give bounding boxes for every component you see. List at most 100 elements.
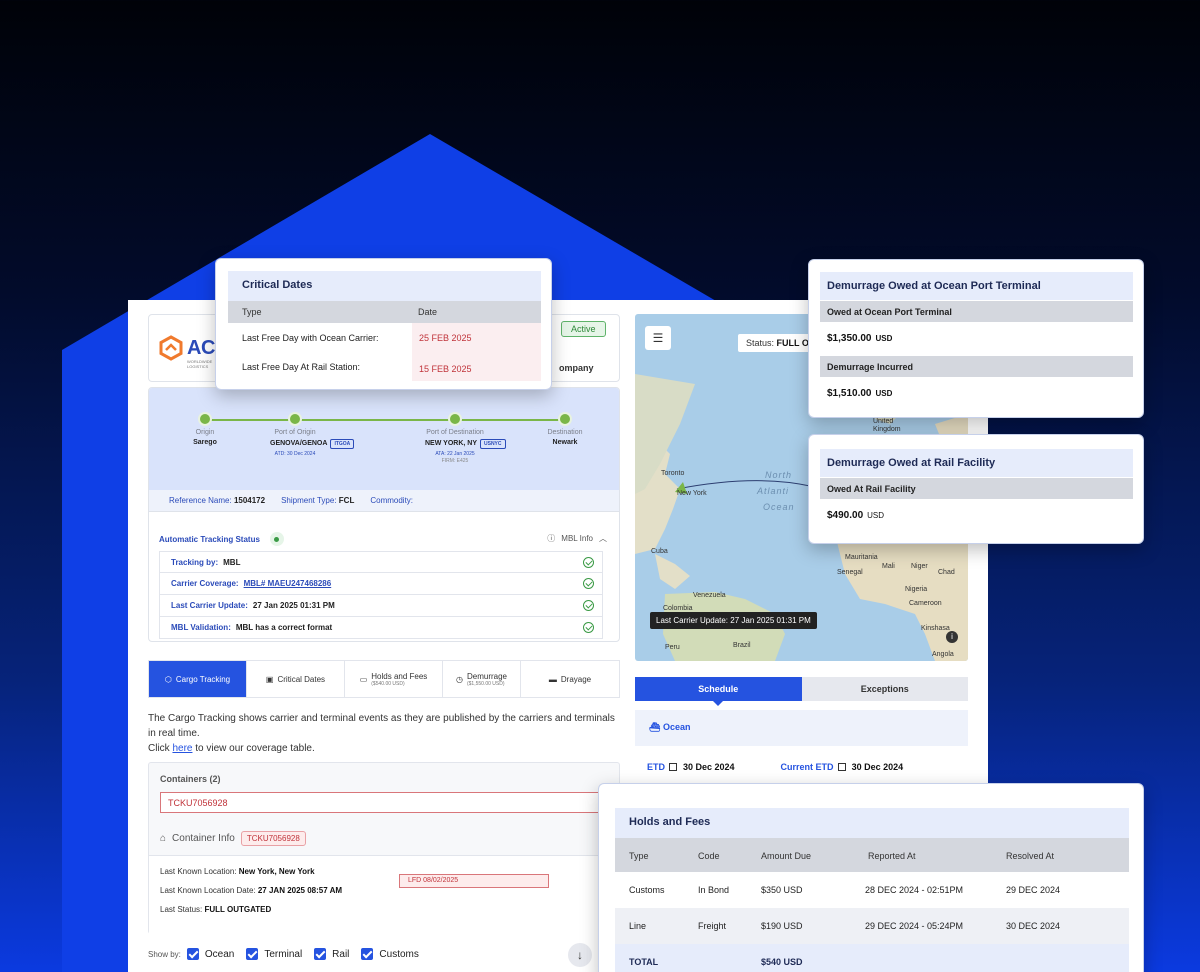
tracking-row: Carrier Coverage: MBL# MAEU247468286 xyxy=(159,573,603,595)
container-select[interactable]: TCKU7056928 xyxy=(160,792,610,813)
truck-icon: ▬ xyxy=(548,674,557,684)
container-info: ⌂ Container Info TCKU7056928 xyxy=(160,831,306,846)
stop-sub: ATA: 22 Jan 2025 xyxy=(435,451,475,457)
holds-and-fees-title: Holds and Fees xyxy=(615,808,1129,838)
map-label-senegal: Senegal xyxy=(837,569,863,576)
tab-critical-dates[interactable]: ▣ Critical Dates xyxy=(247,661,345,697)
status-dot-icon xyxy=(269,532,284,546)
map-label-angola: Angola xyxy=(932,651,954,658)
port-name: NEW YORK, NY xyxy=(425,440,477,447)
checkbox-terminal[interactable] xyxy=(246,948,259,960)
demurrage-port-title: Demurrage Owed at Ocean Port Terminal xyxy=(820,272,1133,300)
reference-name: Reference Name: 1504172 xyxy=(169,496,266,505)
map-ocean-label: North xyxy=(765,470,793,480)
map-tooltip: Last Carrier Update: 27 Jan 2025 01:31 P… xyxy=(650,612,817,629)
cargo-tracking-description: The Cargo Tracking shows carrier and ter… xyxy=(148,713,615,754)
stop-label: Port of Origin xyxy=(274,429,316,436)
download-button[interactable]: ↓ xyxy=(568,943,592,967)
show-by-filter: Show by: Ocean Terminal Rail Customs xyxy=(148,948,419,960)
demurrage-rail-title: Demurrage Owed at Rail Facility xyxy=(820,449,1133,477)
commodity: Commodity: xyxy=(370,496,414,505)
tab-drayage[interactable]: ▬ Drayage xyxy=(521,661,619,697)
current-etd: Current ETD 30 Dec 2024 xyxy=(780,762,904,772)
stop-sub2: FIRM: E425 xyxy=(441,458,469,464)
total-row: TOTAL $540 USD xyxy=(615,944,1129,972)
status-badge: Active xyxy=(561,321,606,337)
map-status: Status: FULL O xyxy=(738,334,817,352)
container-details: Last Known Location: New York, New York … xyxy=(149,855,621,935)
ship-icon: ⛴ xyxy=(649,722,661,732)
location-pin-icon xyxy=(198,412,212,426)
critical-date-row: Last Free Day with Ocean Carrier: 25 FEB… xyxy=(228,323,541,352)
coverage-link[interactable]: here xyxy=(172,743,192,754)
check-icon xyxy=(583,557,594,568)
mbl-info-toggle[interactable]: ⓘ MBL Info ︿ xyxy=(547,533,607,544)
mbl-info-label: MBL Info xyxy=(561,534,593,543)
port-code-chip: USNYC xyxy=(480,439,506,449)
map-label-toronto: Toronto xyxy=(661,470,685,477)
demurrage-incurred-amount: $1,510.00 USD xyxy=(827,388,893,399)
stop-label: Port of Destination xyxy=(426,429,484,436)
tracking-status-title: Automatic Tracking Status xyxy=(159,534,260,544)
map-ocean-label: Ocean xyxy=(763,502,795,512)
checkbox-rail[interactable] xyxy=(314,948,327,960)
stop-destination: Destination Newark xyxy=(535,412,595,446)
map-label-cuba: Cuba xyxy=(651,548,668,555)
owed-rail-amount: $490.00 USD xyxy=(827,510,885,521)
stop-port-of-origin: Port of Origin GENOVA/GENOA ITGOA ATD: 30… xyxy=(245,412,355,457)
tab-exceptions[interactable]: Exceptions xyxy=(802,677,969,701)
stop-value: Sarego xyxy=(193,439,217,446)
chevron-up-icon: ︿ xyxy=(599,534,607,543)
shipment-type: Shipment Type: FCL xyxy=(281,496,355,505)
checkbox-ocean[interactable] xyxy=(186,948,199,960)
critical-dates-card: Critical Dates Type Date Last Free Day w… xyxy=(215,258,552,390)
ocean-row: ⛴ Ocean xyxy=(635,710,968,746)
port-name: GENOVA/GENOA xyxy=(270,440,328,447)
container-chip: TCKU7056928 xyxy=(240,831,306,846)
tab-cargo-tracking[interactable]: ⬡ Cargo Tracking xyxy=(149,661,247,697)
etd-row: ETD 30 Dec 2024 Current ETD 30 Dec 2024 xyxy=(647,762,903,772)
checkbox-customs[interactable] xyxy=(361,948,374,960)
port-code-chip: ITGOA xyxy=(330,439,355,449)
tracking-row: Tracking by: MBL xyxy=(159,551,603,573)
tab-schedule[interactable]: Schedule xyxy=(635,677,802,706)
containers-panel: Containers (2) TCKU7056928 ⌂ Container I… xyxy=(148,762,621,935)
tracking-status-rows: Tracking by: MBL Carrier Coverage: MBL# MA… xyxy=(159,551,603,639)
map-label-kinshasa: Kinshasa xyxy=(921,625,950,632)
hexagon-logo-icon xyxy=(159,335,183,361)
mbl-link[interactable]: MBL# MAEU247468286 xyxy=(244,579,332,588)
reference-row: Reference Name: 1504172 Shipment Type: F… xyxy=(149,490,619,512)
map-label-cameroon: Cameroon xyxy=(909,600,942,607)
location-pin-icon xyxy=(558,412,572,426)
last-known-date: Last Known Location Date: 27 JAN 2025 08… xyxy=(160,886,343,895)
stop-label: Destination xyxy=(547,429,583,436)
schedule-body: ⛴ Ocean ETD 30 Dec 2024 Current ETD 30 Dec… xyxy=(635,710,968,790)
map-label-colombia: Colombia xyxy=(663,605,693,612)
holds-and-fees-card: Holds and Fees Type Code Amount Due Repo… xyxy=(598,783,1144,972)
stop-value: GENOVA/GENOA ITGOA xyxy=(270,439,355,449)
owed-port-amount: $1,350.00 USD xyxy=(827,333,893,344)
demurrage-incurred-label: Demurrage Incurred xyxy=(820,356,1133,377)
warehouse-icon: ⌂ xyxy=(160,833,167,844)
owed-port-label: Owed at Ocean Port Terminal xyxy=(820,301,1133,322)
box-icon: ⬡ xyxy=(164,674,172,684)
anchor-icon xyxy=(288,412,302,426)
clock-icon: ◷ xyxy=(456,674,463,684)
stop-origin: Origin Sarego xyxy=(185,412,225,446)
route-band: Origin Sarego Port of Origin GENOVA/GENO… xyxy=(149,388,619,490)
money-icon: ▭ xyxy=(359,674,368,684)
holds-table-header: Type Code Amount Due Reported At Resolve… xyxy=(615,838,1129,872)
route-card: Origin Sarego Port of Origin GENOVA/GENO… xyxy=(148,387,620,642)
tracking-status-header: Automatic Tracking Status xyxy=(159,532,284,546)
containers-header: Containers (2) xyxy=(160,774,221,784)
map-label-chad: Chad xyxy=(938,569,955,576)
stop-value: Newark xyxy=(552,439,578,446)
tab-holds-and-fees[interactable]: ▭ Holds and Fees ($540.00 USD) xyxy=(345,661,443,697)
menu-icon[interactable]: ☰ xyxy=(645,326,671,350)
map-label-niger: Niger xyxy=(911,563,928,570)
info-icon[interactable]: i xyxy=(946,631,958,643)
detail-tabs: ⬡ Cargo Tracking ▣ Critical Dates ▭ Holds a… xyxy=(148,660,620,698)
tab-demurrage[interactable]: ◷ Demurrage ($1,550.00 USD) xyxy=(443,661,521,697)
map-label-brazil: Brazil xyxy=(733,642,751,649)
lfd-badge: LFD 08/02/2025 xyxy=(399,874,549,888)
